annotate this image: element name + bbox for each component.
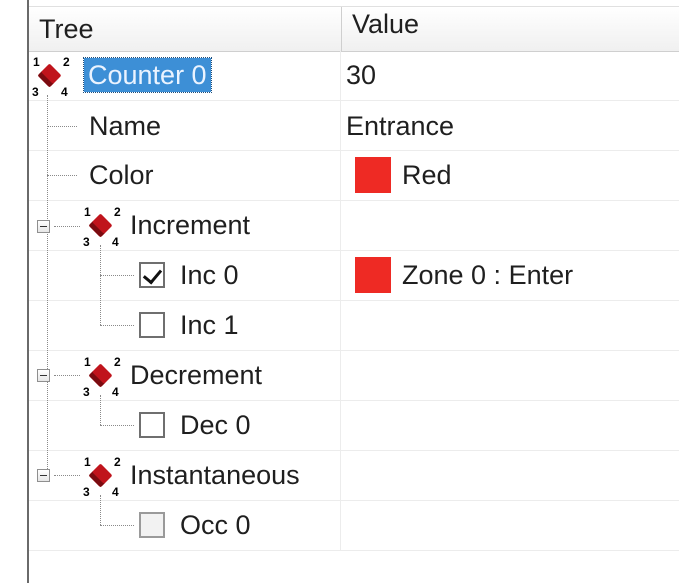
row-divider (29, 300, 679, 301)
counter-diamond (88, 213, 113, 238)
color-swatch (355, 157, 391, 193)
checkbox-occ-0[interactable] (139, 512, 165, 538)
icon-digit: 1 (84, 355, 91, 369)
column-header-value[interactable]: Value (341, 7, 679, 51)
checkbox-inc-0[interactable] (139, 262, 165, 288)
counter-diamond (88, 363, 113, 388)
icon-digit: 2 (63, 55, 70, 69)
tree-connector (100, 395, 101, 425)
tree-item-inc-0[interactable]: Inc 0 (180, 258, 239, 292)
row-divider (29, 200, 679, 201)
collapse-toggle-decrement[interactable] (37, 369, 50, 382)
icon-digit: 3 (83, 485, 90, 499)
counter-node-icon: 1 2 3 4 (80, 354, 124, 398)
tree-connector (47, 126, 77, 127)
row-divider (29, 550, 679, 551)
tree-item-inc-1[interactable]: Inc 1 (180, 308, 239, 342)
icon-digit: 4 (112, 235, 119, 249)
value-name[interactable]: Entrance (346, 109, 454, 143)
icon-digit: 2 (114, 205, 121, 219)
icon-digit: 2 (114, 355, 121, 369)
counter-node-icon: 1 2 3 4 (80, 204, 124, 248)
counter-diamond (88, 463, 113, 488)
checkbox-dec-0[interactable] (139, 412, 165, 438)
column-header: Tree Value (29, 6, 679, 52)
column-divider (340, 50, 341, 550)
value-color[interactable]: Red (402, 158, 452, 192)
counter-diamond (37, 63, 62, 88)
tree-item-instantaneous[interactable]: Instantaneous (130, 458, 300, 492)
icon-digit: 3 (83, 385, 90, 399)
tree-connector (54, 475, 80, 476)
tree-connector (100, 425, 134, 426)
icon-digit: 4 (61, 85, 68, 99)
tree-item-decrement[interactable]: Decrement (130, 358, 262, 392)
tree-connector (100, 525, 134, 526)
row-divider (29, 500, 679, 501)
icon-digit: 1 (84, 205, 91, 219)
tree-connector (47, 95, 48, 475)
tree-connector (100, 495, 101, 525)
row-divider (29, 450, 679, 451)
counter-node-icon: 1 2 3 4 (80, 454, 124, 498)
tree-connector (54, 375, 80, 376)
icon-digit: 1 (33, 55, 40, 69)
tree-item-occ-0[interactable]: Occ 0 (180, 508, 251, 542)
icon-digit: 2 (114, 455, 121, 469)
value-inc-0[interactable]: Zone 0 : Enter (402, 258, 573, 292)
counter-node-icon: 1 2 3 4 (29, 54, 73, 98)
tree-connector (100, 245, 101, 325)
icon-digit: 4 (112, 385, 119, 399)
tree-item-color[interactable]: Color (89, 158, 154, 192)
checkbox-inc-1[interactable] (139, 312, 165, 338)
tree-item-dec-0[interactable]: Dec 0 (180, 408, 251, 442)
column-header-tree[interactable]: Tree (29, 7, 339, 51)
color-swatch (355, 257, 391, 293)
tree-item-name[interactable]: Name (89, 109, 161, 143)
tree-connector (100, 325, 134, 326)
row-divider (29, 350, 679, 351)
icon-digit: 3 (32, 85, 39, 99)
icon-digit: 4 (112, 485, 119, 499)
row-divider (29, 400, 679, 401)
tree-connector (47, 175, 77, 176)
row-divider (29, 150, 679, 151)
collapse-toggle-increment[interactable] (37, 220, 50, 233)
tree-connector (100, 275, 134, 276)
icon-digit: 3 (83, 235, 90, 249)
tree-item-increment[interactable]: Increment (130, 208, 250, 242)
row-divider (29, 250, 679, 251)
collapse-toggle-instantaneous[interactable] (37, 469, 50, 482)
row-divider (29, 100, 679, 101)
value-counter-0[interactable]: 30 (346, 58, 376, 92)
icon-digit: 1 (84, 455, 91, 469)
tree-connector (54, 226, 80, 227)
tree-item-counter-0[interactable]: Counter 0 (83, 57, 212, 93)
